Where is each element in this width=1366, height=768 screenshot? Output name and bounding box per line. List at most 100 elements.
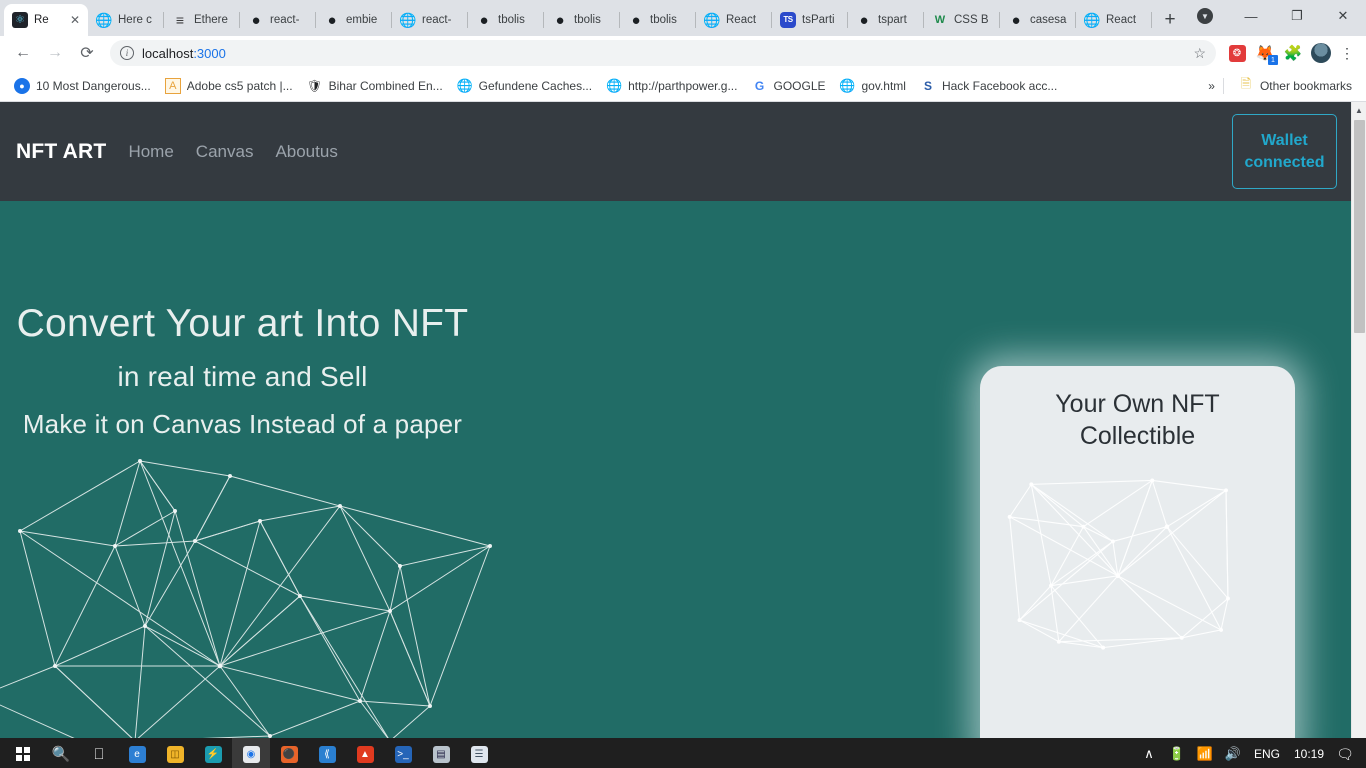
other-bookmarks-button[interactable]: 🗎 Other bookmarks bbox=[1232, 75, 1358, 97]
vscode-icon[interactable]: ⟪ bbox=[308, 738, 346, 768]
browser-tab[interactable]: ⚛ Re ✕ bbox=[4, 4, 88, 36]
browser-tab[interactable]: 🌐 react- bbox=[392, 4, 468, 36]
nft-collectible-card[interactable]: Your Own NFT Collectible bbox=[980, 366, 1295, 738]
remote-desktop-icon[interactable]: ▤ bbox=[422, 738, 460, 768]
browser-tab[interactable]: ● casesa bbox=[1000, 4, 1076, 36]
tab-title: tsParti bbox=[802, 14, 835, 26]
typescript-icon: TS bbox=[780, 12, 796, 28]
globe-icon: 🌐 bbox=[95, 12, 113, 28]
chrome-icon[interactable]: ◉ bbox=[232, 738, 270, 768]
maximize-button[interactable]: ❐ bbox=[1274, 0, 1320, 32]
page-scrollbar[interactable]: ▲ bbox=[1351, 102, 1366, 738]
blue-circle-icon: ● bbox=[14, 77, 30, 94]
window-controls: ▼ — ❐ ✕ bbox=[1182, 0, 1366, 36]
wallet-connected-button[interactable]: Wallet connected bbox=[1232, 114, 1337, 189]
nft-card-title: Your Own NFT Collectible bbox=[1055, 390, 1220, 450]
battery-icon[interactable]: 🔋 bbox=[1164, 746, 1190, 762]
notepad-icon[interactable]: ☰ bbox=[460, 738, 498, 768]
close-icon[interactable]: ✕ bbox=[70, 13, 80, 27]
notification-icon[interactable]: 🗨 bbox=[1332, 746, 1358, 763]
github-icon: ● bbox=[251, 11, 261, 29]
extension-badge: 1 bbox=[1268, 55, 1278, 65]
search-icon[interactable]: 🔍 bbox=[42, 738, 80, 768]
tab-title: Re bbox=[34, 14, 49, 26]
globe-icon: 🌐 bbox=[456, 77, 473, 93]
scroll-up-icon[interactable]: ▲ bbox=[1352, 102, 1366, 119]
web-page: NFT ART Home Canvas Aboutus Wallet conne… bbox=[0, 102, 1351, 738]
brave-icon[interactable]: ▲ bbox=[346, 738, 384, 768]
profile-menu-button[interactable]: ▼ bbox=[1182, 0, 1228, 32]
browser-tab[interactable]: 🌐 Here c bbox=[88, 4, 164, 36]
browser-tab[interactable]: ● tbolis bbox=[544, 4, 620, 36]
site-navbar: NFT ART Home Canvas Aboutus Wallet conne… bbox=[0, 102, 1351, 201]
site-brand[interactable]: NFT ART bbox=[16, 140, 106, 164]
browser-tab[interactable]: TS tsParti bbox=[772, 4, 848, 36]
bookmark-star-icon[interactable]: ☆ bbox=[1193, 45, 1206, 62]
metamask-extension-icon[interactable]: 🦊 1 bbox=[1252, 40, 1278, 66]
bookmark-item[interactable]: A Adobe cs5 patch |... bbox=[159, 75, 299, 97]
scrollbar-thumb[interactable] bbox=[1354, 120, 1365, 333]
bookmark-item[interactable]: 🌐 http://parthpower.g... bbox=[600, 75, 743, 97]
language-indicator[interactable]: ENG bbox=[1248, 747, 1286, 761]
new-tab-button[interactable]: + bbox=[1158, 6, 1182, 34]
powershell-icon[interactable]: >_ bbox=[384, 738, 422, 768]
tab-title: react- bbox=[270, 14, 300, 26]
github-icon: ● bbox=[631, 11, 641, 29]
nav-link-aboutus[interactable]: Aboutus bbox=[275, 142, 337, 162]
globe-icon: 🌐 bbox=[839, 77, 856, 93]
bookmarks-overflow-button[interactable]: » bbox=[1208, 79, 1215, 93]
start-button[interactable] bbox=[4, 738, 42, 768]
minimize-button[interactable]: — bbox=[1228, 0, 1274, 32]
browser-tab[interactable]: ● react- bbox=[240, 4, 316, 36]
edge-icon[interactable]: e bbox=[118, 738, 156, 768]
other-bookmarks-label: Other bookmarks bbox=[1259, 78, 1352, 93]
bookmark-item[interactable]: ● 10 Most Dangerous... bbox=[8, 75, 157, 97]
task-view-icon[interactable]: ⎕ bbox=[80, 738, 118, 768]
extensions-puzzle-icon[interactable]: 🧩 bbox=[1280, 40, 1306, 66]
nav-link-home[interactable]: Home bbox=[128, 142, 173, 162]
bookmark-item[interactable]: 🌐 gov.html bbox=[834, 75, 912, 97]
wifi-icon[interactable]: 📶 bbox=[1192, 746, 1218, 762]
back-button[interactable]: ← bbox=[8, 38, 38, 68]
browser-tab[interactable]: ≡ Ethere bbox=[164, 4, 240, 36]
browser-tab[interactable]: ● embie bbox=[316, 4, 392, 36]
globe-icon: 🌐 bbox=[605, 77, 623, 93]
pocket-extension-icon[interactable]: ❂ bbox=[1224, 40, 1250, 66]
github-icon: ● bbox=[479, 11, 489, 29]
bookmark-item[interactable]: 🌐 Gefundene Caches... bbox=[451, 75, 598, 97]
avatar[interactable] bbox=[1308, 40, 1334, 66]
reload-button[interactable]: ⟳ bbox=[72, 38, 102, 68]
volume-icon[interactable]: 🔊 bbox=[1220, 746, 1246, 762]
file-explorer-icon[interactable]: ◫ bbox=[156, 738, 194, 768]
browser-tab[interactable]: W CSS B bbox=[924, 4, 1000, 36]
browser-tab[interactable]: ● tbolis bbox=[468, 4, 544, 36]
browser-menu-button[interactable]: ⋮ bbox=[1336, 45, 1358, 62]
browser-tab[interactable]: ● tbolis bbox=[620, 4, 696, 36]
nav-link-canvas[interactable]: Canvas bbox=[196, 142, 254, 162]
address-bar[interactable]: i localhost:3000 ☆ bbox=[110, 40, 1216, 66]
bookmarks-bar: ● 10 Most Dangerous... A Adobe cs5 patch… bbox=[0, 70, 1366, 102]
forward-button[interactable]: → bbox=[40, 38, 70, 68]
clock[interactable]: 10:19 bbox=[1288, 747, 1330, 761]
url-host: localhost bbox=[142, 45, 194, 61]
tab-title: embie bbox=[346, 14, 378, 26]
bookmark-item[interactable]: 🛡 Bihar Combined En... bbox=[301, 75, 449, 97]
browser-tab[interactable]: 🌐 React bbox=[696, 4, 772, 36]
google-icon: G bbox=[754, 78, 765, 93]
lightning-app-icon[interactable]: ⚡ bbox=[194, 738, 232, 768]
browser-tab[interactable]: ● tspart bbox=[848, 4, 924, 36]
close-window-button[interactable]: ✕ bbox=[1320, 0, 1366, 32]
bookmark-item[interactable]: S Hack Facebook acc... bbox=[914, 75, 1063, 97]
page-title: Convert Your art Into NFT bbox=[16, 302, 469, 345]
browser-tab[interactable]: 🌐 React bbox=[1076, 4, 1152, 36]
react-icon: ⚛ bbox=[12, 12, 28, 28]
tab-title: CSS B bbox=[954, 14, 989, 26]
site-info-icon[interactable]: i bbox=[120, 46, 134, 60]
windows-logo-icon bbox=[16, 747, 30, 761]
hero-section: Convert Your art Into NFT in real time a… bbox=[0, 201, 1351, 738]
chevron-down-icon: ▼ bbox=[1197, 8, 1213, 24]
polygon-mesh-graphic bbox=[1007, 478, 1230, 650]
chevron-up-icon[interactable]: ∧ bbox=[1136, 746, 1162, 762]
bookmark-item[interactable]: G GOOGLE bbox=[745, 75, 831, 97]
firefox-icon[interactable]: ⚫ bbox=[270, 738, 308, 768]
